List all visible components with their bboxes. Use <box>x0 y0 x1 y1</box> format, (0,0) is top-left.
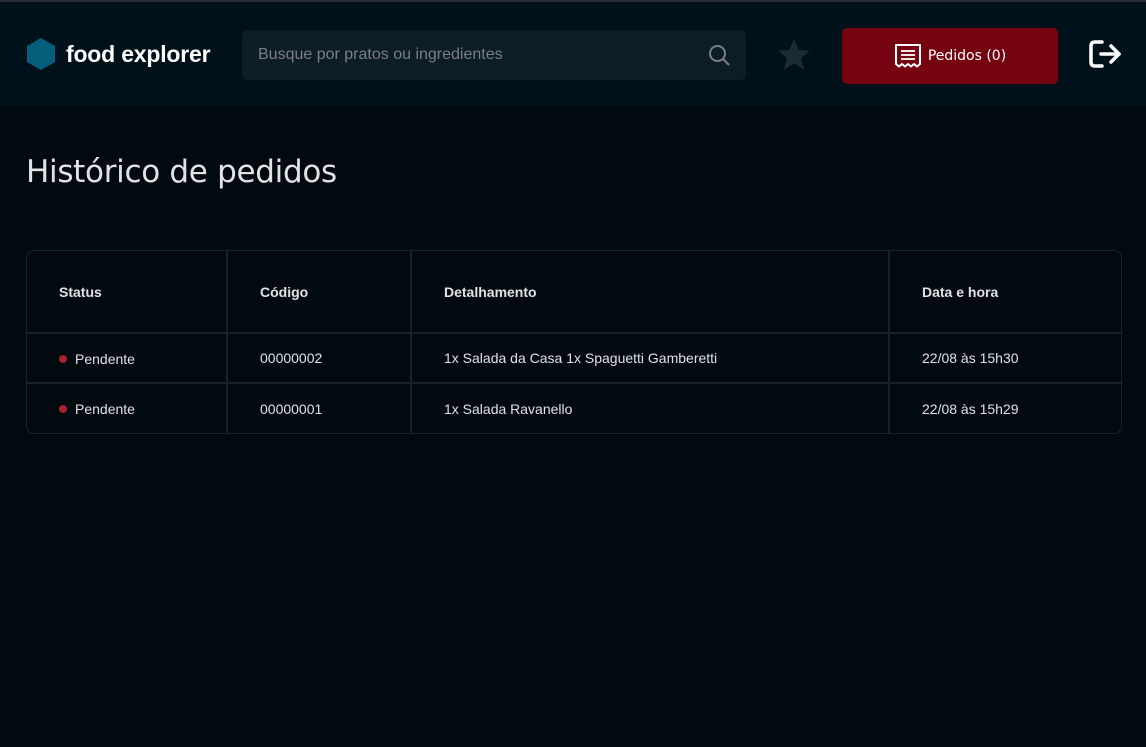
status-cell: Pendente <box>27 383 228 433</box>
orders-table: Status Código Detalhamento Data e hora P… <box>26 250 1122 434</box>
column-header-code: Código <box>227 251 412 334</box>
orders-button-label: Pedidos (0) <box>927 48 1007 64</box>
receipt-icon <box>894 44 921 68</box>
column-header-status: Status <box>27 251 228 334</box>
sign-out-icon[interactable] <box>1088 38 1124 70</box>
hexagon-logo-icon <box>27 38 55 70</box>
status-cell: Pendente <box>27 333 228 384</box>
detail-cell: 1x Salada Ravanello <box>411 383 890 433</box>
column-header-detail: Detalhamento <box>411 251 890 334</box>
status-dot-icon <box>59 405 67 413</box>
detail-cell: 1x Salada da Casa 1x Spaguetti Gamberett… <box>411 333 890 384</box>
status-text: Pendente <box>75 401 135 417</box>
search-bar <box>242 30 746 80</box>
code-cell: 00000002 <box>227 333 412 384</box>
star-icon[interactable] <box>776 38 812 72</box>
app-header: food explorer Pedidos (0) <box>0 0 1146 106</box>
datetime-cell: 22/08 às 15h30 <box>889 333 1121 384</box>
datetime-cell: 22/08 às 15h29 <box>922 400 1019 417</box>
code-cell: 00000001 <box>227 383 412 433</box>
column-header-datetime: Data e hora <box>889 251 1121 334</box>
table-row[interactable]: Pendente 00000001 1x Salada Ravanello 22… <box>27 383 1121 433</box>
table-row[interactable]: Pendente 00000002 1x Salada da Casa 1x S… <box>27 333 1121 384</box>
search-icon[interactable] <box>708 44 730 66</box>
search-input[interactable] <box>242 30 746 80</box>
status-text: Pendente <box>75 350 135 367</box>
page-title: Histórico de pedidos <box>26 154 337 190</box>
orders-button[interactable]: Pedidos (0) <box>842 28 1058 84</box>
table-header-row: Status Código Detalhamento Data e hora <box>27 251 1121 334</box>
logo[interactable]: food explorer <box>26 38 211 70</box>
status-dot-icon <box>59 354 67 363</box>
logo-text: food explorer <box>66 40 211 67</box>
